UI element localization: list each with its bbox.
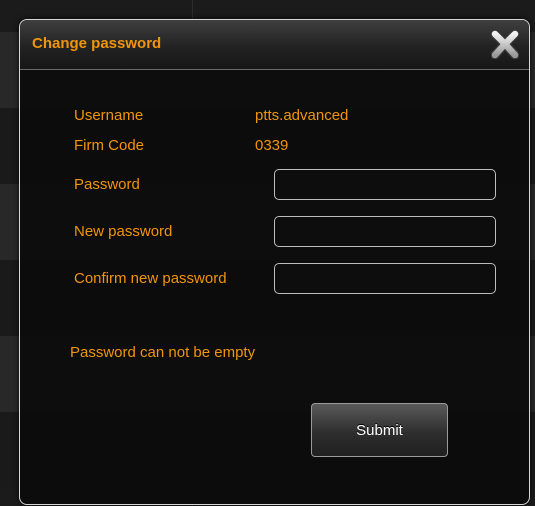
username-value: ptts.advanced — [255, 107, 349, 124]
firm-code-label: Firm Code — [74, 137, 145, 154]
change-password-dialog: Change password Username ptts.advanced F… — [19, 19, 530, 505]
submit-button[interactable]: Submit — [311, 403, 448, 457]
confirm-password-label: Confirm new password — [74, 270, 227, 287]
confirm-password-field[interactable] — [274, 263, 496, 294]
new-password-field[interactable] — [274, 216, 496, 247]
dialog-title: Change password — [32, 35, 162, 52]
password-label: Password — [74, 176, 140, 193]
error-message: Password can not be empty — [70, 344, 256, 361]
close-button[interactable] — [490, 29, 520, 60]
dialog-header: Change password — [20, 20, 529, 70]
new-password-label: New password — [74, 223, 173, 240]
username-label: Username — [74, 107, 144, 124]
password-field[interactable] — [274, 169, 496, 200]
firm-code-value: 0339 — [255, 137, 289, 154]
close-icon — [490, 29, 520, 60]
